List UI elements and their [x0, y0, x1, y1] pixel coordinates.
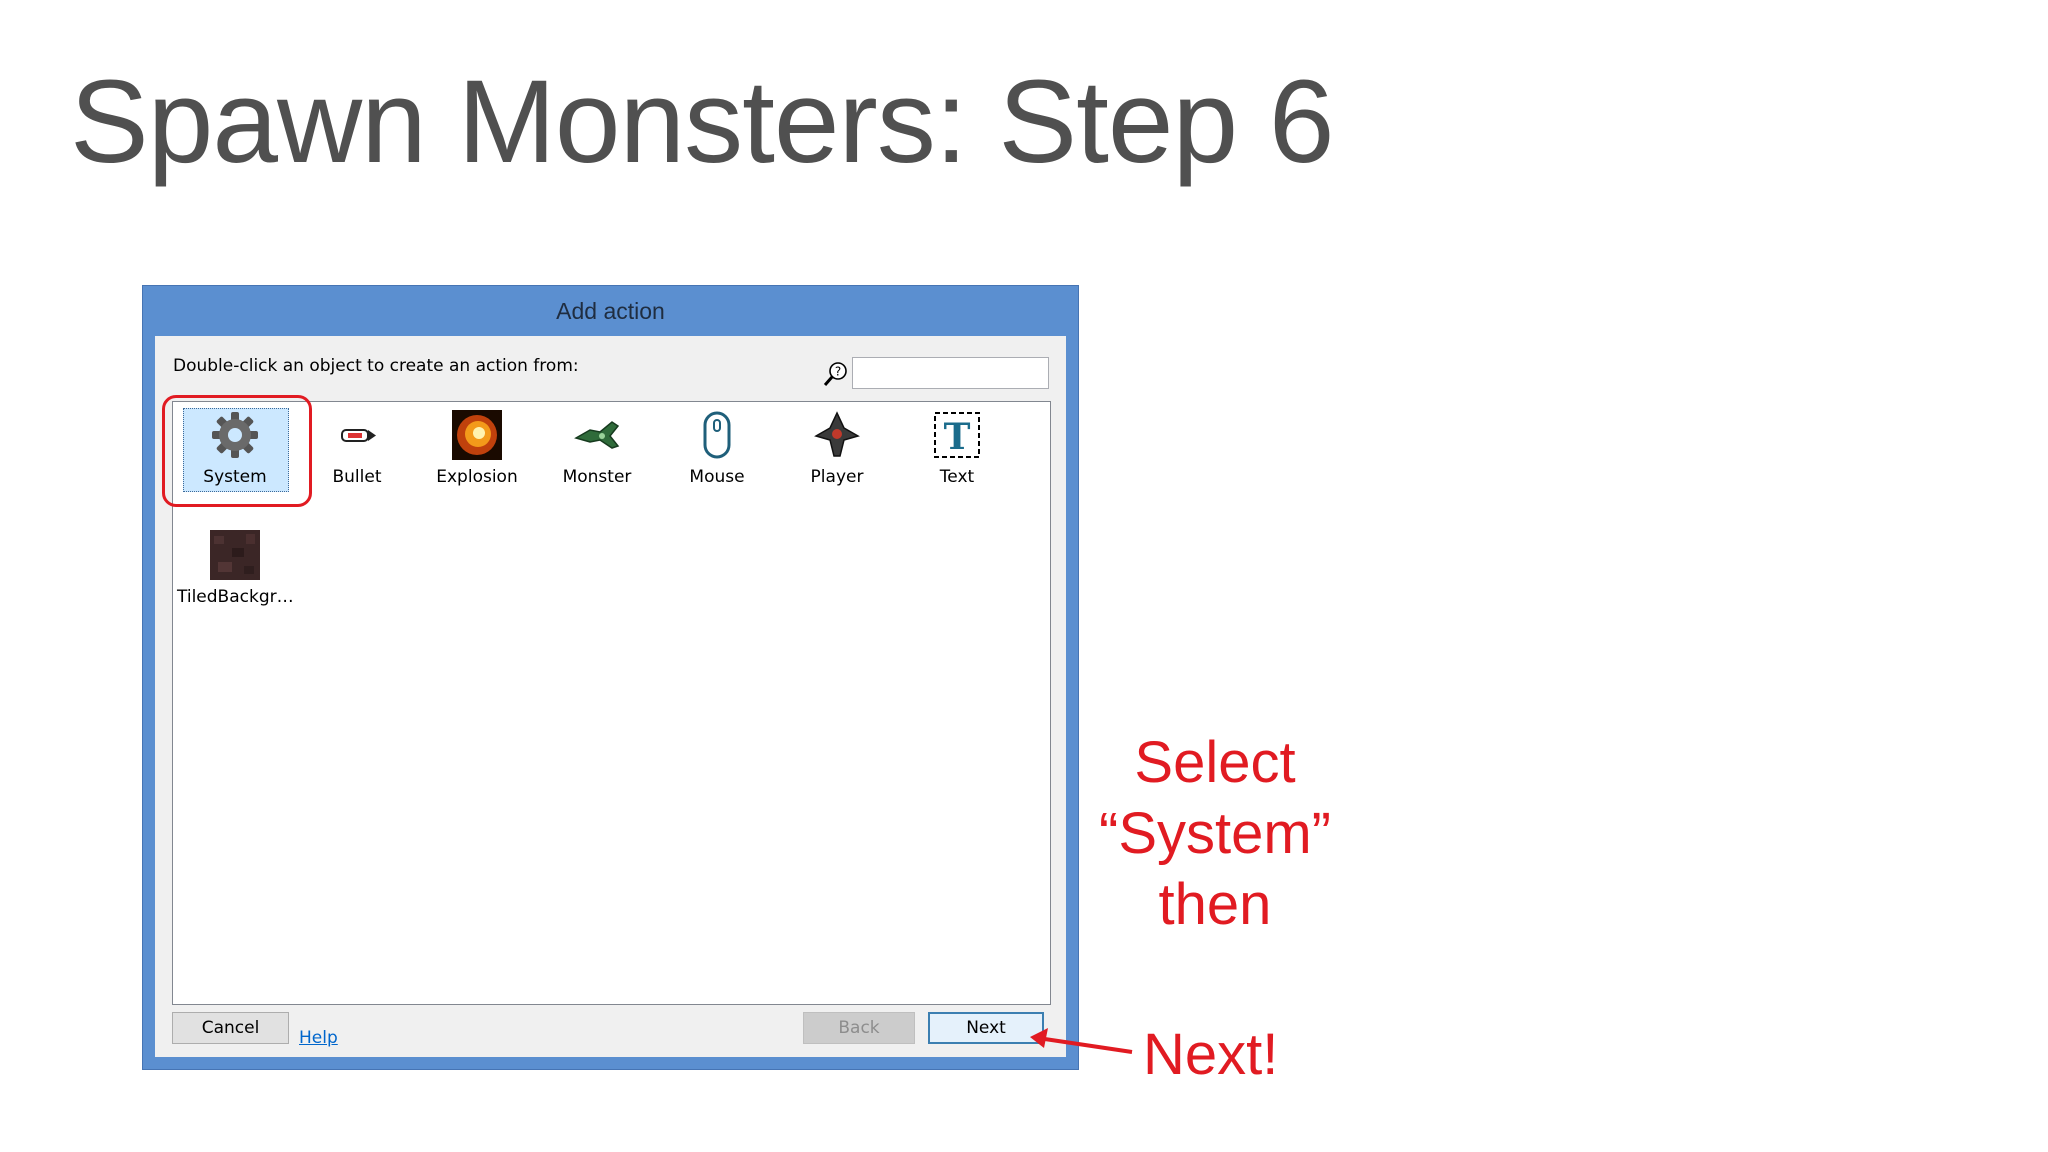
- mouse-icon: [703, 411, 731, 459]
- explosion-icon: [452, 410, 502, 460]
- object-bullet[interactable]: Bullet: [299, 406, 415, 516]
- cancel-button[interactable]: Cancel: [172, 1012, 289, 1044]
- object-label: Text: [939, 467, 975, 487]
- back-button[interactable]: Back: [803, 1012, 915, 1044]
- object-tiled-background[interactable]: TiledBackgr…: [177, 526, 294, 636]
- dialog-prompt: Double-click an object to create an acti…: [173, 356, 579, 376]
- object-label: Player: [810, 467, 864, 487]
- search-input[interactable]: [852, 357, 1049, 389]
- player-ship-icon: [814, 411, 860, 457]
- object-label: Explosion: [436, 467, 518, 487]
- arrow-to-next-icon: [1030, 1028, 1133, 1054]
- next-callout: Next!: [1143, 1022, 1279, 1087]
- text-object-icon: T: [934, 412, 980, 458]
- system-highlight-ring: [162, 395, 312, 507]
- object-mouse[interactable]: Mouse: [659, 406, 775, 516]
- object-text[interactable]: T Text: [899, 406, 1015, 516]
- object-label: Mouse: [689, 467, 745, 487]
- slide-title: Spawn Monsters: Step 6: [70, 56, 1335, 188]
- object-label: Monster: [562, 467, 632, 487]
- annotation-line: “System”: [1099, 801, 1331, 866]
- svg-text:?: ?: [835, 365, 841, 379]
- svg-text:T: T: [944, 416, 971, 458]
- object-label: TiledBackgr…: [177, 587, 294, 607]
- annotation-line: then: [1158, 872, 1272, 937]
- monster-icon: [574, 421, 620, 449]
- object-monster[interactable]: Monster: [539, 406, 655, 516]
- tiled-background-icon: [210, 530, 260, 580]
- annotation-line: Select: [1134, 730, 1296, 795]
- help-link[interactable]: Help: [299, 1028, 338, 1048]
- dialog-title: Add action: [556, 298, 665, 324]
- object-label: Bullet: [332, 467, 382, 487]
- instruction-annotation: Select “System” then: [1080, 727, 1350, 940]
- object-player[interactable]: Player: [779, 406, 895, 516]
- search-help-icon[interactable]: ?: [822, 360, 850, 388]
- bullet-icon: [341, 429, 376, 442]
- object-explosion[interactable]: Explosion: [419, 406, 535, 516]
